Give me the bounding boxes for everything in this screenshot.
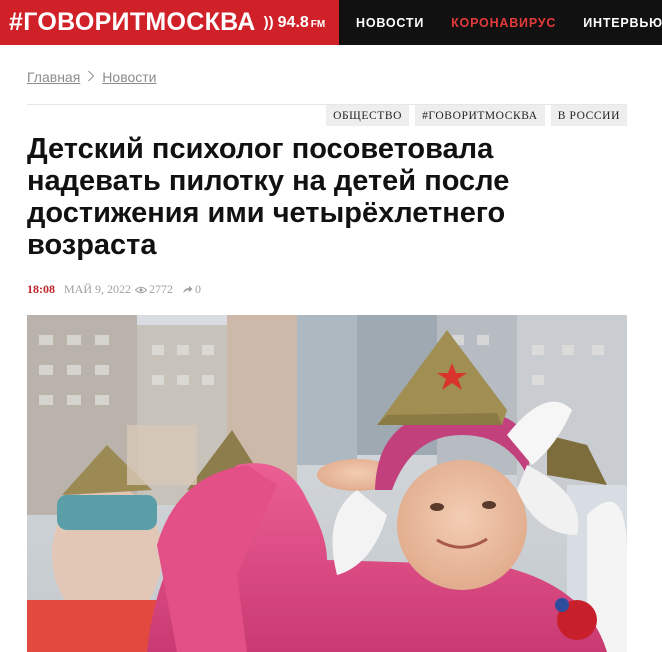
breadcrumb: Главная Новости	[27, 69, 157, 85]
article-tags: ОБЩЕСТВО #ГОВОРИТМОСКВА В РОССИИ	[320, 105, 627, 126]
views-count: 2772	[149, 282, 174, 296]
nav-item-coronavirus[interactable]: КОРОНАВИРУС	[451, 16, 556, 30]
tag-in-russia[interactable]: В РОССИИ	[550, 105, 627, 126]
brand-name: #ГОВОРИТМОСКВА	[9, 8, 256, 36]
article-meta: 18:08 МАЙ 9, 2022 2772 0	[27, 282, 201, 297]
tag-society[interactable]: ОБЩЕСТВО	[326, 105, 410, 126]
article-title: Детский психолог посоветовала надевать п…	[27, 133, 510, 261]
nav-item-news[interactable]: НОВОСТИ	[356, 16, 424, 30]
breadcrumb-news-link[interactable]: Новости	[102, 69, 156, 85]
main-nav: НОВОСТИ КОРОНАВИРУС ИНТЕРВЬЮ	[339, 0, 662, 45]
site-header: #ГОВОРИТМОСКВА )) 94.8 FM НОВОСТИ КОРОНА…	[0, 0, 662, 45]
article-date: МАЙ 9, 2022	[64, 282, 132, 296]
article-time: 18:08	[27, 282, 55, 296]
eye-icon	[135, 286, 148, 294]
radio-waves-icon: ))	[263, 14, 274, 31]
nav-item-interviews[interactable]: ИНТЕРВЬЮ	[583, 16, 662, 30]
share-arrow-icon[interactable]	[182, 285, 193, 294]
shares-count: 0	[195, 282, 202, 296]
chevron-right-icon	[87, 70, 95, 85]
brand-logo[interactable]: #ГОВОРИТМОСКВА )) 94.8 FM	[0, 0, 339, 45]
breadcrumb-home-link[interactable]: Главная	[27, 69, 80, 85]
brand-frequency-unit: FM	[310, 19, 326, 30]
article-photo	[27, 315, 627, 652]
photo-illustration	[27, 315, 627, 652]
brand-frequency: 94.8	[277, 13, 309, 31]
tag-govoritmoskva[interactable]: #ГОВОРИТМОСКВА	[415, 105, 545, 126]
